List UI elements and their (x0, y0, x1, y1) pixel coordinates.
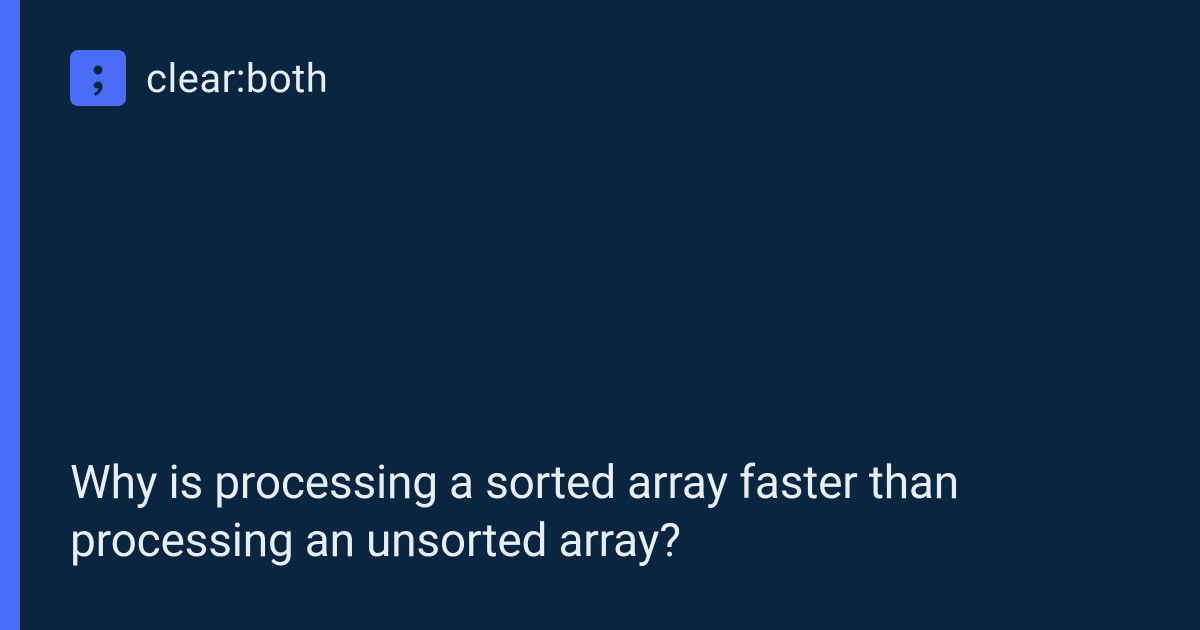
accent-bar (0, 0, 20, 630)
brand-name: clear:both (146, 55, 328, 102)
page-title: Why is processing a sorted array faster … (70, 455, 1140, 570)
logo-row: clear:both (70, 50, 1140, 106)
content-area: clear:both Why is processing a sorted ar… (20, 0, 1200, 630)
semicolon-icon (70, 50, 126, 106)
